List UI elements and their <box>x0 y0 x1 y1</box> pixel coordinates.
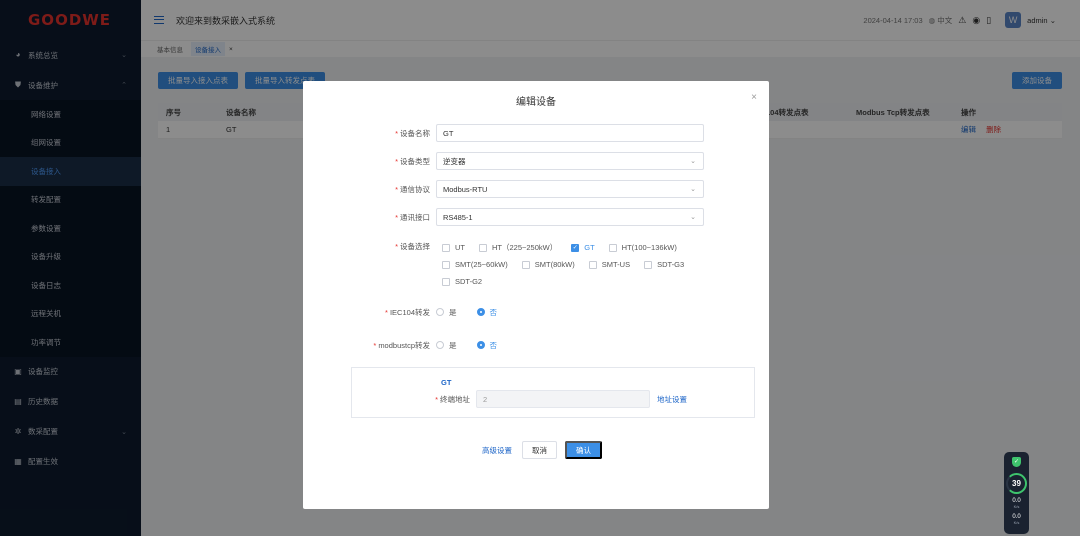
checkbox-box <box>479 243 487 252</box>
field-label: * IEC104转发 <box>303 307 436 318</box>
performance-widget[interactable]: ✓ 39 0.0 K/s 0.0 K/s <box>1004 452 1029 534</box>
checkbox-label: GT <box>584 243 595 252</box>
field-port: * 通讯接口 RS485-1 ⌄ <box>303 208 704 226</box>
checkbox-box <box>442 277 450 286</box>
checkbox-label: SMT(25~60kW) <box>455 260 508 269</box>
edit-device-modal: 编辑设备 × * 设备名称 GT * 设备类型 逆变器 ⌄ * 通信协议 Modbus-… <box>303 81 769 509</box>
select-value: 逆变器 <box>443 156 466 166</box>
terminal-address-row: * 终端地址 2 地址设置 <box>352 390 687 408</box>
radio-label: 是 <box>449 340 457 350</box>
chevron-down-icon: ⌄ <box>690 158 696 165</box>
field-label: * 设备名称 <box>303 128 436 139</box>
label-text: 设备类型 <box>400 156 430 166</box>
required-mark: * <box>385 307 388 317</box>
checkbox-box <box>521 260 530 269</box>
checkbox-box <box>442 260 450 269</box>
stat-unit: K/s <box>1013 504 1020 509</box>
checkbox-smt-80[interactable]: SMT(80kW) <box>521 260 575 269</box>
check-icon: ✓ <box>571 243 580 252</box>
checkbox-ht-100[interactable]: HT(100~136kW) <box>608 243 677 252</box>
radio-label: 否 <box>489 340 498 350</box>
confirm-button[interactable]: 确认 <box>565 441 602 459</box>
modbustcp-no-radio[interactable] <box>476 341 485 349</box>
label-text: 设备名称 <box>400 128 430 138</box>
checkbox-ut[interactable]: UT <box>442 243 465 252</box>
gauge-value: 39 <box>1012 479 1021 488</box>
modbustcp-yes-radio[interactable] <box>436 341 444 349</box>
label-text: 通讯接口 <box>400 212 430 222</box>
checkbox-box <box>588 260 597 269</box>
checkbox-sdt-g3[interactable]: SDT-G3 <box>644 260 684 269</box>
field-protocol: * 通信协议 Modbus-RTU ⌄ <box>303 180 704 198</box>
checkbox-box <box>442 243 450 252</box>
iec104-no-radio[interactable] <box>476 308 485 316</box>
iec104-yes-radio[interactable] <box>436 308 444 316</box>
required-mark: * <box>435 394 438 404</box>
field-label: * 通信协议 <box>303 184 436 195</box>
device-name-input[interactable]: GT <box>436 124 704 142</box>
checkbox-label: HT(100~136kW) <box>621 243 677 252</box>
download-stat: 0.0 K/s <box>1004 514 1029 525</box>
checkbox-smt-25[interactable]: SMT(25~60kW) <box>442 260 508 269</box>
input-value: GT <box>443 128 454 138</box>
radio-label: 否 <box>489 307 498 317</box>
required-mark: * <box>373 340 377 350</box>
chevron-down-icon: ⌄ <box>690 186 696 193</box>
radio-label: 是 <box>449 307 457 317</box>
stat-unit: K/s <box>1013 520 1020 525</box>
field-device-select: * 设备选择 <box>303 237 436 255</box>
upload-stat: 0.0 K/s <box>1004 498 1029 509</box>
terminal-address-input[interactable]: 2 <box>476 390 650 408</box>
device-checkbox-group: UT HT（225~250kW） ✓ GT HT(100~136kW) SMT(2… <box>442 239 722 290</box>
protocol-select[interactable]: Modbus-RTU ⌄ <box>436 180 704 198</box>
field-device-name: * 设备名称 GT <box>303 124 704 142</box>
shield-check-icon: ✓ <box>1012 457 1021 467</box>
checkbox-smt-us[interactable]: SMT-US <box>588 260 631 269</box>
field-label: * 通讯接口 <box>303 212 436 223</box>
checkbox-label: UT <box>455 243 465 252</box>
required-mark: * <box>395 212 398 222</box>
cancel-button[interactable]: 取消 <box>522 441 557 459</box>
label-text: 终端地址 <box>440 394 470 404</box>
checkbox-box <box>608 243 617 252</box>
advanced-settings-link[interactable]: 高级设置 <box>482 445 512 456</box>
checkbox-label: HT（225~250kW） <box>492 243 558 252</box>
label-text: modbustcp转发 <box>378 340 430 350</box>
modal-title: 编辑设备 <box>516 97 556 108</box>
required-mark: * <box>395 184 398 194</box>
checkbox-label: SMT(80kW) <box>534 260 575 269</box>
select-value: RS485-1 <box>443 212 473 222</box>
close-icon[interactable]: × <box>751 92 757 103</box>
modal-footer: 高级设置 取消 确认 <box>303 441 769 459</box>
panel-title: GT <box>441 378 452 387</box>
checkbox-label: SDT-G2 <box>455 277 483 286</box>
field-label: * 终端地址 <box>352 394 476 405</box>
label-text: 设备选择 <box>400 241 430 251</box>
required-mark: * <box>395 128 398 138</box>
label-text: 通信协议 <box>400 184 430 194</box>
port-select[interactable]: RS485-1 ⌄ <box>436 208 704 226</box>
checkbox-label: SDT-G3 <box>657 260 685 269</box>
address-settings-link[interactable]: 地址设置 <box>657 394 687 405</box>
checkbox-ht-225[interactable]: HT（225~250kW） <box>479 242 557 253</box>
field-label: * modbustcp转发 <box>303 340 436 351</box>
field-label: * 设备选择 <box>303 241 436 252</box>
field-iec104: * IEC104转发 是 否 <box>303 303 517 321</box>
checkbox-box <box>644 260 653 269</box>
label-text: IEC104转发 <box>389 307 430 317</box>
chevron-down-icon: ⌄ <box>690 214 696 221</box>
field-label: * 设备类型 <box>303 156 436 167</box>
select-value: Modbus-RTU <box>443 184 488 194</box>
checkbox-sdt-g2[interactable]: SDT-G2 <box>442 277 482 286</box>
gauge: 39 <box>1006 473 1027 494</box>
required-mark: * <box>395 241 398 251</box>
device-address-panel: GT * 终端地址 2 地址设置 <box>351 367 755 418</box>
field-modbustcp: * modbustcp转发 是 否 <box>303 336 517 354</box>
device-type-select[interactable]: 逆变器 ⌄ <box>436 152 704 170</box>
checkbox-gt[interactable]: ✓ GT <box>571 243 595 252</box>
field-device-type: * 设备类型 逆变器 ⌄ <box>303 152 704 170</box>
checkbox-label: SMT-US <box>601 260 631 269</box>
required-mark: * <box>395 156 398 166</box>
